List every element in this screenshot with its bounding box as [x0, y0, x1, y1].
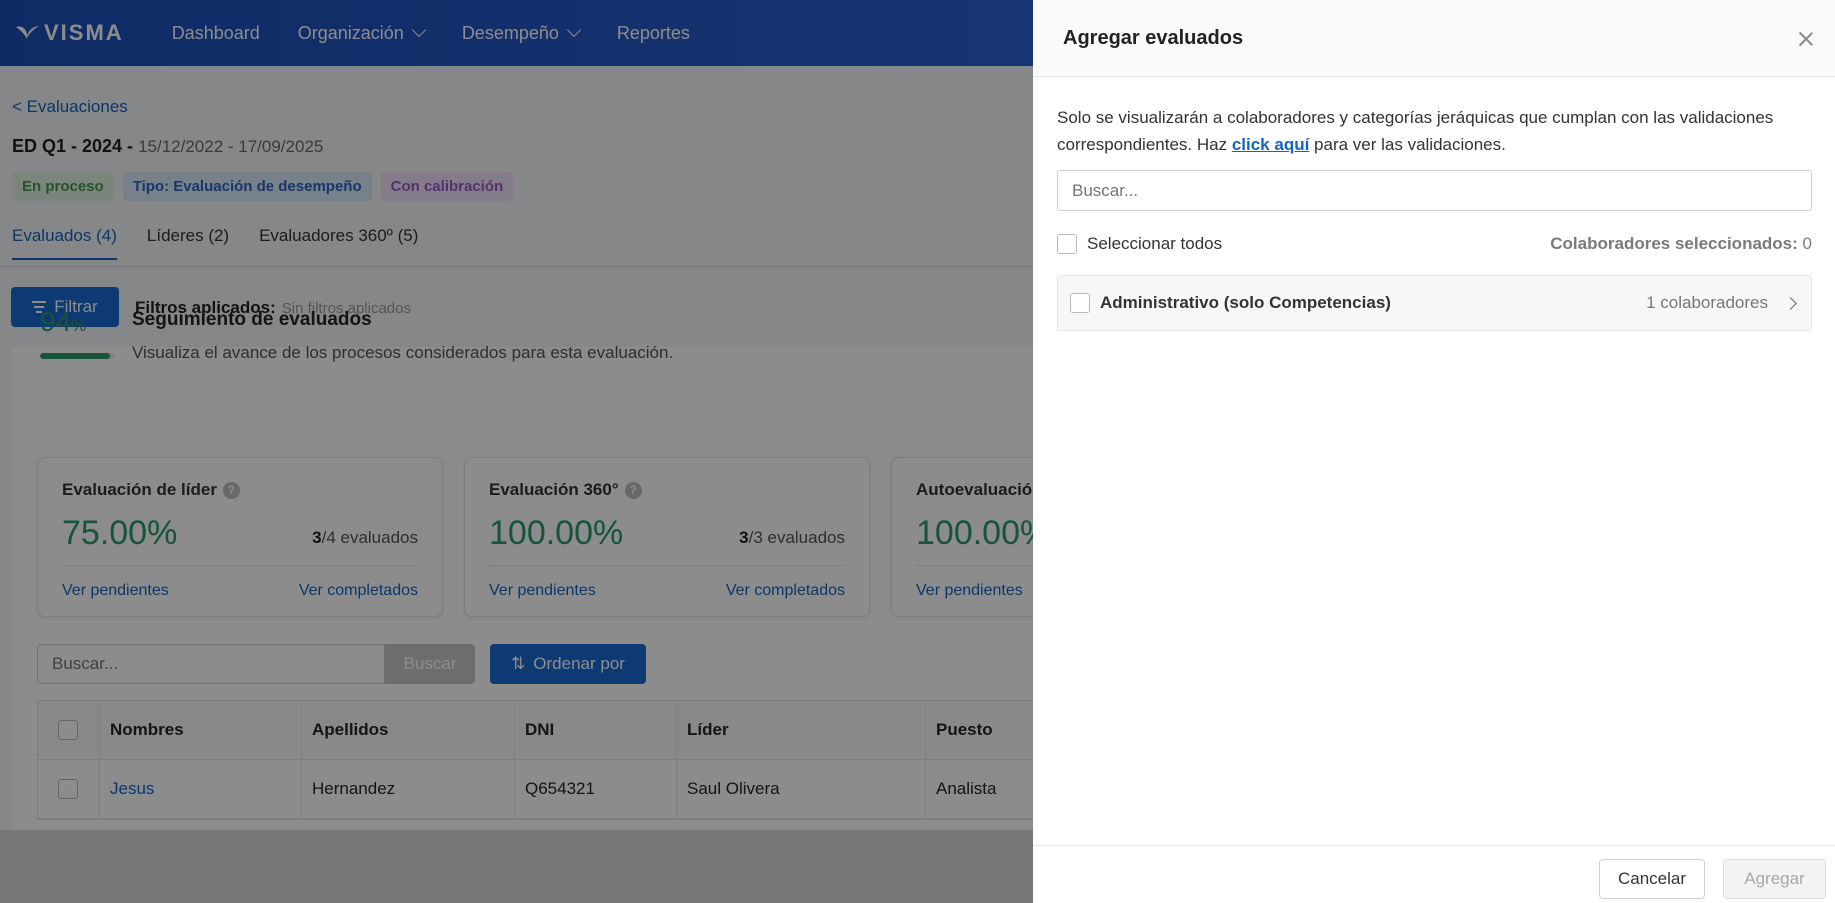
group-count: 1 colaboradores: [1646, 293, 1768, 312]
selected-count-value: 0: [1802, 234, 1812, 253]
drawer-title: Agregar evaluados: [1063, 27, 1244, 49]
group-checkbox[interactable]: [1070, 293, 1090, 313]
add-button[interactable]: Agregar: [1723, 859, 1826, 899]
close-icon[interactable]: [1795, 28, 1817, 50]
drawer-footer-divider: [1033, 845, 1835, 846]
selected-count: Colaboradores seleccionados: 0: [1550, 234, 1812, 254]
select-all-label: Seleccionar todos: [1087, 234, 1223, 253]
backdrop-bottom-strip: [0, 830, 1033, 903]
chevron-right-icon[interactable]: [1784, 296, 1797, 310]
add-evaluados-drawer: Agregar evaluados Solo se visualizarán a…: [1033, 0, 1835, 903]
select-all-row[interactable]: Seleccionar todos: [1057, 234, 1222, 254]
validations-link[interactable]: click aquí: [1232, 135, 1309, 154]
group-name: Administrativo (solo Competencias): [1100, 293, 1391, 312]
drawer-info-text: Solo se visualizarán a colaboradores y c…: [1057, 104, 1797, 158]
drawer-search-input[interactable]: [1057, 170, 1812, 211]
drawer-header: Agregar evaluados: [1033, 0, 1835, 77]
cancel-button[interactable]: Cancelar: [1599, 859, 1705, 899]
selected-count-label: Colaboradores seleccionados:: [1550, 234, 1798, 253]
select-all-checkbox[interactable]: [1057, 234, 1077, 254]
group-item[interactable]: Administrativo (solo Competencias) 1 col…: [1057, 275, 1812, 331]
info-text-after: para ver las validaciones.: [1309, 135, 1506, 154]
